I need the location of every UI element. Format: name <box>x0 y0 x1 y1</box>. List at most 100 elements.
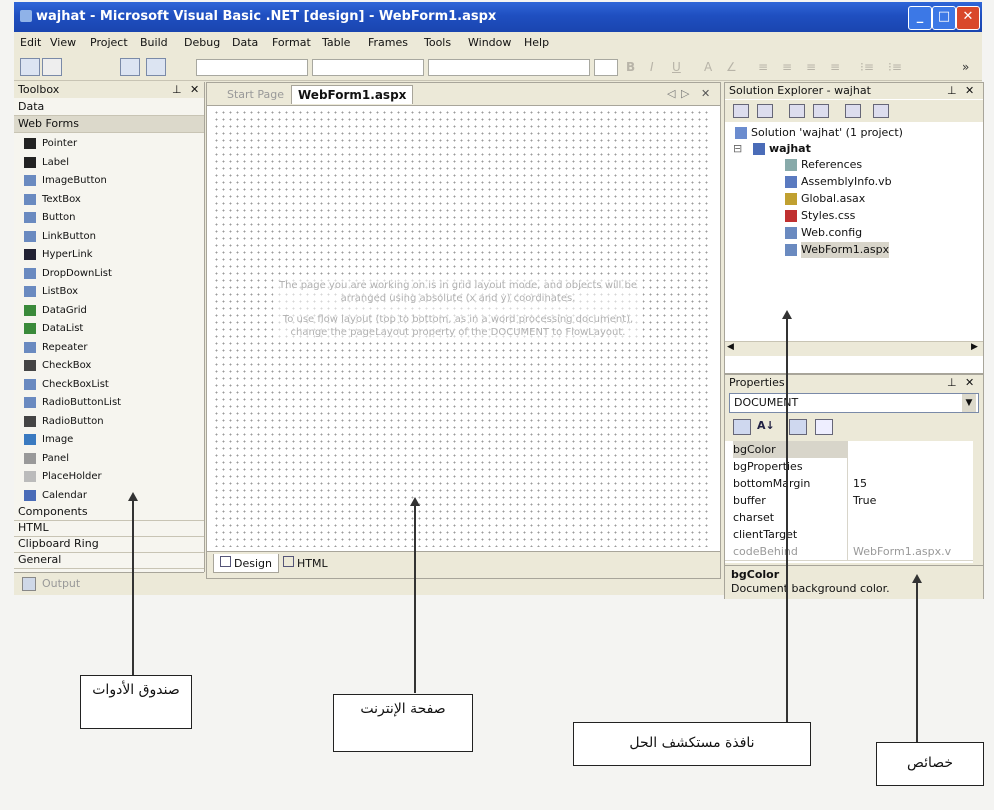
close-document-icon[interactable]: ✕ <box>701 87 710 100</box>
categorized-icon[interactable] <box>733 419 751 435</box>
toolbox-category-data[interactable]: Data <box>14 99 204 116</box>
menu-build[interactable]: Build <box>140 36 168 49</box>
scroll-left-icon[interactable]: ◀ <box>727 342 734 352</box>
toolbox-item-panel[interactable]: Panel <box>14 449 204 468</box>
alphabetical-icon[interactable]: A↓ <box>757 419 775 432</box>
italic-icon[interactable]: I <box>650 60 654 74</box>
toolbox-item-label[interactable]: Label <box>14 153 204 172</box>
highlight-icon[interactable]: ∠ <box>726 60 737 74</box>
toolbox-item-datalist[interactable]: DataList <box>14 319 204 338</box>
property-value[interactable]: True <box>853 492 876 509</box>
designer-icon[interactable] <box>20 58 40 76</box>
toolbox-item-checkboxlist[interactable]: CheckBoxList <box>14 375 204 394</box>
toolbox-category-general[interactable]: General <box>14 552 204 569</box>
toolbox-item-dropdownlist[interactable]: DropDownList <box>14 264 204 283</box>
collapse-icon[interactable]: ⊟ <box>733 141 742 157</box>
bullet-list-icon[interactable]: ⁝≡ <box>888 60 902 74</box>
scroll-right-icon[interactable]: ▶ <box>971 342 978 352</box>
font-color-icon[interactable]: A <box>704 60 712 74</box>
tab-html[interactable]: HTML <box>283 556 328 570</box>
close-icon[interactable]: ✕ <box>965 83 974 99</box>
toolbox-item-radiobutton[interactable]: RadioButton <box>14 412 204 431</box>
properties-icon[interactable] <box>873 104 889 118</box>
align-center-icon[interactable]: ≡ <box>782 60 792 74</box>
menu-edit[interactable]: Edit <box>20 36 41 49</box>
property-grid-scrollbar[interactable] <box>973 441 983 563</box>
size-combo[interactable] <box>594 59 618 76</box>
minimize-button[interactable]: _ <box>908 6 932 30</box>
toolbox-item-button[interactable]: Button <box>14 208 204 227</box>
grid-icon[interactable] <box>120 58 140 76</box>
object-selector[interactable]: DOCUMENT ▼ <box>729 393 979 413</box>
pin-icon[interactable]: ⊥ <box>947 375 957 391</box>
toolbox-item-textbox[interactable]: TextBox <box>14 190 204 209</box>
property-row[interactable]: buffer True <box>725 492 973 510</box>
horizontal-scrollbar[interactable]: ◀ ▶ <box>725 341 983 356</box>
menu-frames[interactable]: Frames <box>368 36 408 49</box>
underline-icon[interactable]: U <box>672 60 681 74</box>
tab-webform1[interactable]: WebForm1.aspx <box>291 85 414 104</box>
tab-scroll-left-icon[interactable]: ◁ <box>667 87 675 100</box>
snap-to-grid-icon[interactable] <box>146 58 166 76</box>
html-view-icon[interactable] <box>42 58 62 76</box>
maximize-button[interactable]: □ <box>932 6 956 30</box>
close-icon[interactable]: ✕ <box>190 82 199 98</box>
show-all-files-icon[interactable] <box>813 104 829 118</box>
menu-window[interactable]: Window <box>468 36 511 49</box>
refresh-icon[interactable] <box>789 104 805 118</box>
property-row[interactable]: clientTarget <box>725 526 973 544</box>
view-designer-icon[interactable] <box>757 104 773 118</box>
menu-view[interactable]: View <box>50 36 76 49</box>
property-row[interactable]: charset <box>725 509 973 527</box>
property-pages-icon[interactable] <box>789 419 807 435</box>
toolbox-item-calendar[interactable]: Calendar <box>14 486 204 505</box>
toolbox-item-placeholder[interactable]: PlaceHolder <box>14 467 204 486</box>
web-form-canvas[interactable]: The page you are working on is in grid l… <box>213 109 710 547</box>
justify-icon[interactable]: ≡ <box>830 60 840 74</box>
menu-project[interactable]: Project <box>90 36 128 49</box>
toolbox-item-pointer[interactable]: Pointer <box>14 134 204 153</box>
tab-start-page[interactable]: Start Page <box>227 88 284 101</box>
menu-data[interactable]: Data <box>232 36 258 49</box>
menu-help[interactable]: Help <box>524 36 549 49</box>
copy-project-icon[interactable] <box>845 104 861 118</box>
toolbox-category-clipboard[interactable]: Clipboard Ring <box>14 536 204 553</box>
pin-icon[interactable]: ⊥ <box>172 82 182 98</box>
align-left-icon[interactable]: ≡ <box>758 60 768 74</box>
view-code-icon[interactable] <box>733 104 749 118</box>
pin-icon[interactable]: ⊥ <box>947 83 957 99</box>
close-icon[interactable]: ✕ <box>965 375 974 391</box>
numbered-list-icon[interactable]: ⁝≡ <box>860 60 874 74</box>
tab-scroll-right-icon[interactable]: ▷ <box>681 87 689 100</box>
toolbox-category-components[interactable]: Components <box>14 504 204 521</box>
block-format-combo[interactable] <box>196 59 308 76</box>
bold-icon[interactable]: B <box>626 60 635 74</box>
toolbox-item-image[interactable]: Image <box>14 430 204 449</box>
tab-design[interactable]: Design <box>213 554 279 573</box>
toolbox-item-radiobuttonlist[interactable]: RadioButtonList <box>14 393 204 412</box>
property-row[interactable]: bottomMargin 15 <box>725 475 973 493</box>
toolbox-item-checkbox[interactable]: CheckBox <box>14 356 204 375</box>
output-tab[interactable]: Output <box>42 577 80 590</box>
toolbox-item-imagebutton[interactable]: ImageButton <box>14 171 204 190</box>
property-row[interactable]: codeBehind WebForm1.aspx.v <box>725 543 973 561</box>
toolbox-item-hyperlink[interactable]: HyperLink <box>14 245 204 264</box>
toolbox-item-datagrid[interactable]: DataGrid <box>14 301 204 320</box>
property-value[interactable]: 15 <box>853 475 867 492</box>
property-row[interactable]: bgColor <box>725 441 973 459</box>
property-row[interactable]: bgProperties <box>725 458 973 476</box>
property-value[interactable]: WebForm1.aspx.v <box>853 543 951 560</box>
toolbox-item-listbox[interactable]: ListBox <box>14 282 204 301</box>
toolbar-overflow-icon[interactable]: » <box>962 60 969 74</box>
toolbox-category-html[interactable]: HTML <box>14 520 204 537</box>
menu-tools[interactable]: Tools <box>424 36 451 49</box>
font-size-combo[interactable] <box>428 59 590 76</box>
toolbox-item-repeater[interactable]: Repeater <box>14 338 204 357</box>
events-icon[interactable] <box>815 419 833 435</box>
menu-debug[interactable]: Debug <box>184 36 220 49</box>
menu-table[interactable]: Table <box>322 36 350 49</box>
toolbox-category-webforms[interactable]: Web Forms <box>14 116 204 133</box>
font-name-combo[interactable] <box>312 59 424 76</box>
dropdown-arrow-icon[interactable]: ▼ <box>962 394 976 412</box>
close-button[interactable]: ✕ <box>956 6 980 30</box>
